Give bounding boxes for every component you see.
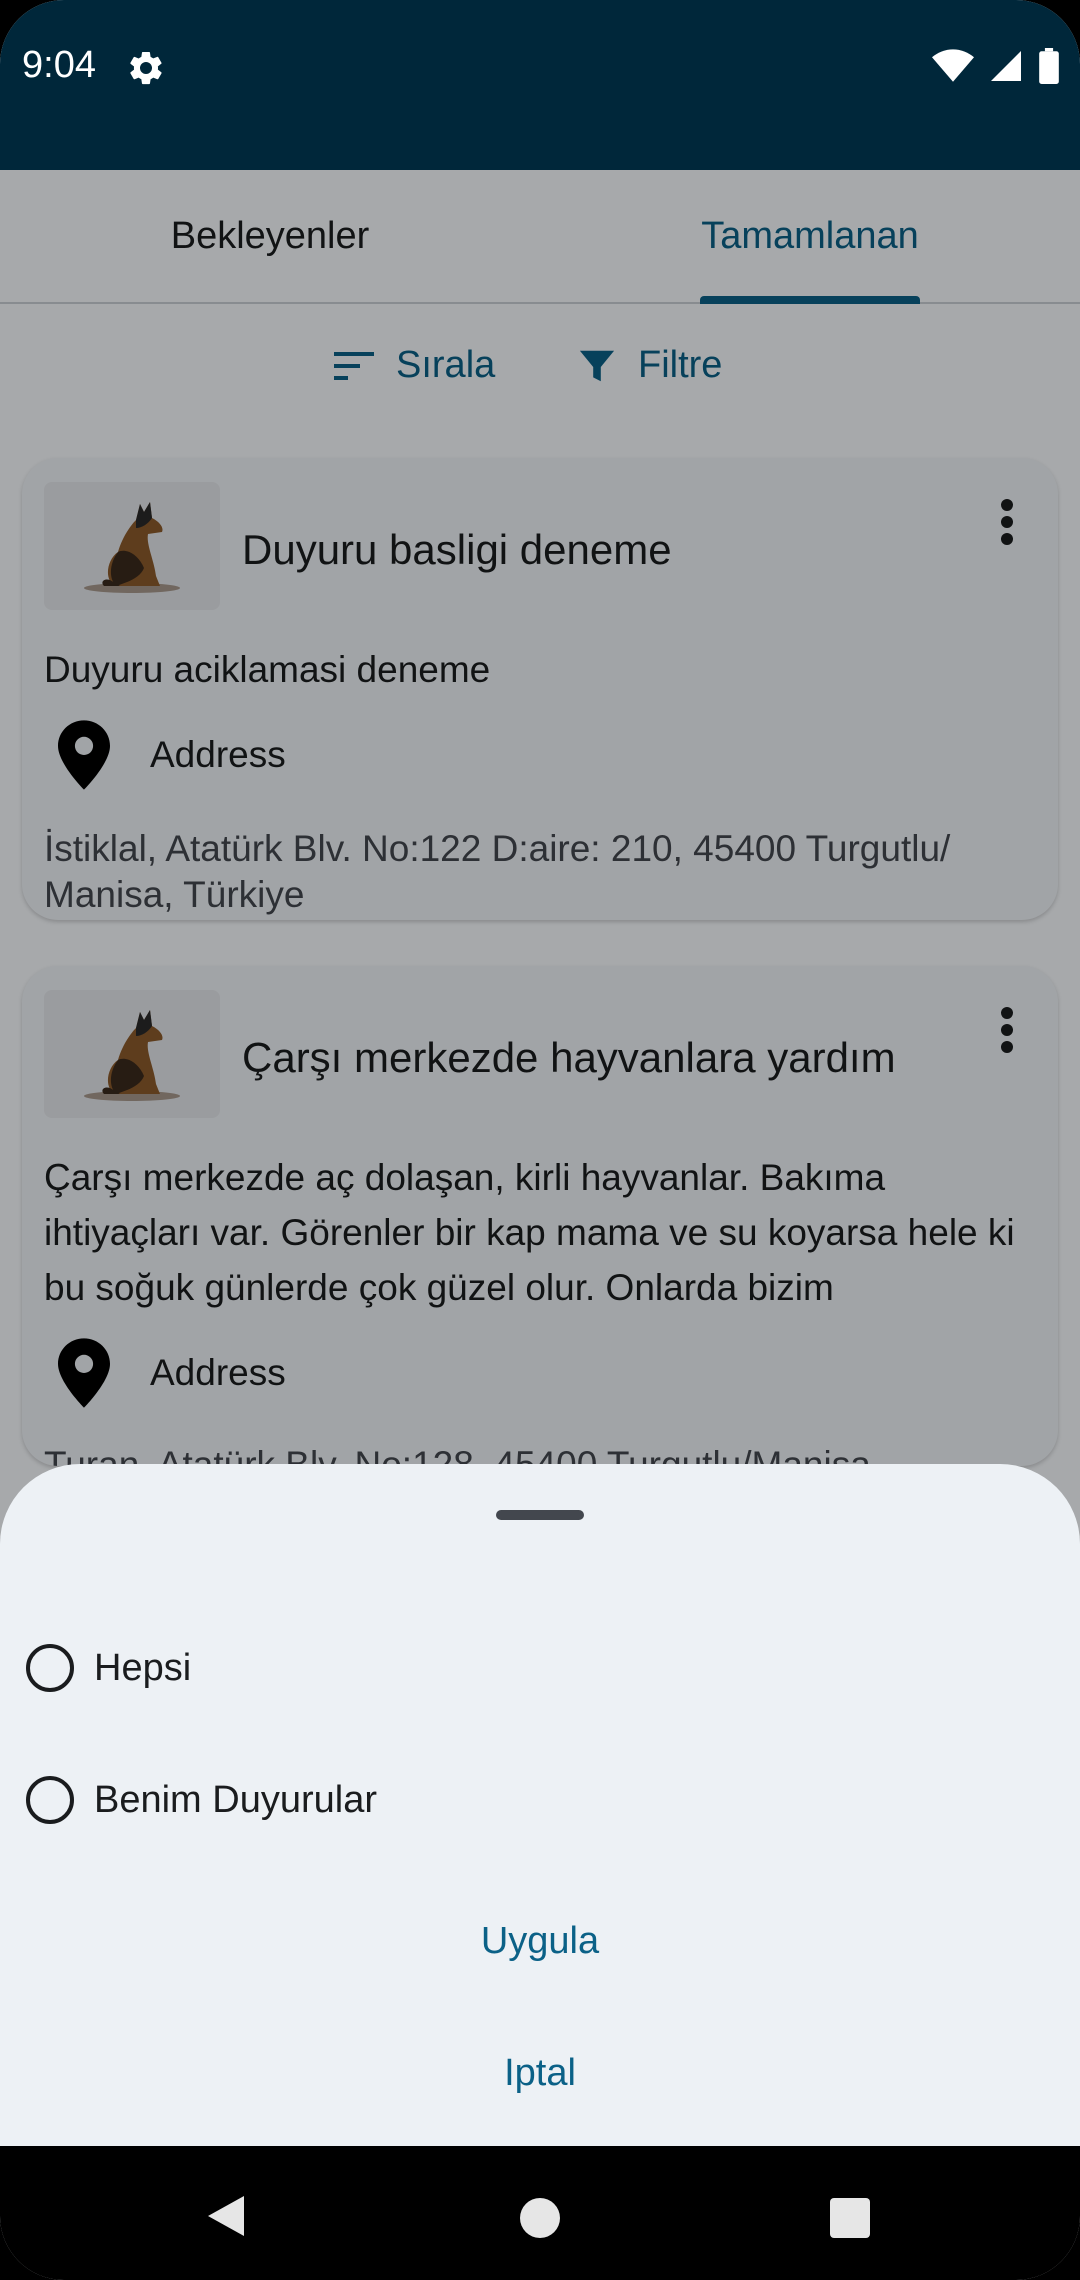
drag-handle[interactable] (496, 1510, 584, 1520)
radio-button[interactable] (26, 1644, 74, 1692)
status-icons (932, 48, 1060, 84)
status-bar: 9:04 (0, 0, 1080, 170)
option-my-announcements[interactable]: Benim Duyurular (26, 1776, 377, 1824)
battery-icon (1039, 48, 1059, 84)
recents-icon[interactable] (830, 2198, 870, 2238)
settings-gear-icon (130, 52, 162, 85)
option-label: Hepsi (94, 1646, 192, 1689)
option-all[interactable]: Hepsi (26, 1644, 191, 1692)
back-icon[interactable] (204, 2192, 248, 2240)
option-label: Benim Duyurular (94, 1778, 377, 1821)
home-icon[interactable] (520, 2198, 560, 2238)
apply-button[interactable]: Uygula (0, 1920, 1080, 1963)
radio-button[interactable] (26, 1776, 74, 1824)
wifi-icon (932, 49, 974, 82)
filter-bottom-sheet: Hepsi Benim Duyurular Uygula Iptal (0, 1464, 1080, 2146)
app-screen: 9:04 Bekleyenler Tamamlanan Sırala Filtr… (0, 0, 1080, 2280)
cellular-signal-icon (991, 51, 1021, 81)
system-nav-bar (0, 2146, 1080, 2280)
status-time: 9:04 (22, 44, 96, 86)
cancel-button[interactable]: Iptal (0, 2052, 1080, 2095)
